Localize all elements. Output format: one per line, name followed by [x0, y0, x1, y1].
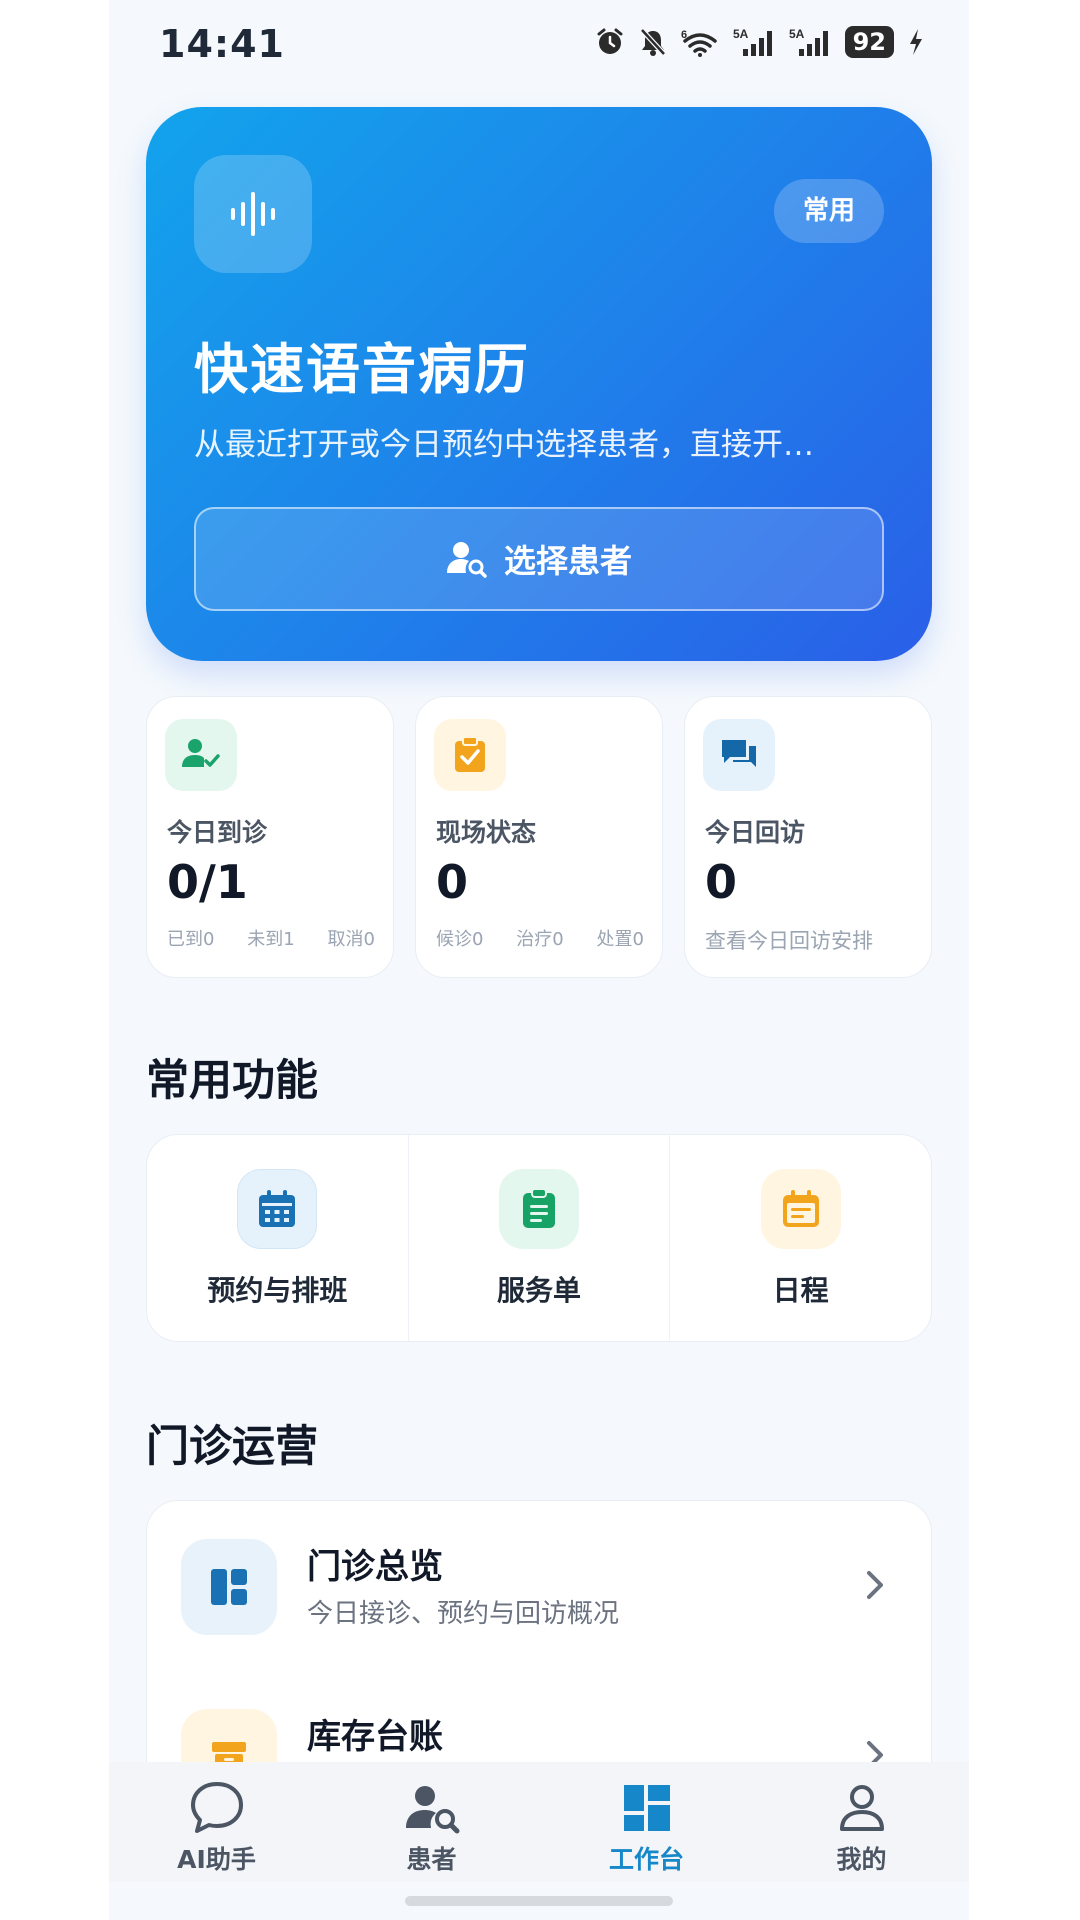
svg-text:5A: 5A: [733, 27, 749, 41]
clinic-ops-title: 门诊运营: [146, 1422, 318, 1472]
select-patient-button[interactable]: 选择患者: [194, 507, 884, 611]
chevron-right-icon: [867, 1571, 883, 1599]
function-label: 日程: [772, 1274, 829, 1307]
signal-5a-icon: 5A: [733, 27, 772, 56]
status-time: 14:41: [159, 22, 285, 66]
patient-search-icon: [446, 542, 487, 578]
hero-title: 快速语音病历: [194, 338, 530, 401]
signal-5a-icon-2: 5A: [789, 27, 828, 56]
stat-sub-item: 候诊0: [436, 929, 484, 950]
stat-value: 0: [705, 855, 738, 909]
function-service-orders[interactable]: 服务单: [407, 1135, 670, 1341]
chat-icon: [188, 1780, 246, 1836]
nav-item-workbench[interactable]: 工作台: [539, 1762, 754, 1882]
frequent-badge: 常用: [774, 179, 884, 243]
function-schedule[interactable]: 日程: [669, 1135, 931, 1341]
dashboard-icon: [181, 1539, 277, 1635]
user-check-icon: [165, 719, 237, 791]
hero-subtitle: 从最近打开或今日预约中选择患者，直接开…: [194, 427, 814, 463]
calendar-grid-icon: [237, 1169, 318, 1249]
status-icons: 6 5A 5A 92: [595, 26, 924, 58]
calendar-schedule-icon: [760, 1169, 841, 1249]
stat-breakdown: 已到0 未到1 取消0: [167, 925, 375, 951]
stat-card-follow-ups[interactable]: 今日回访 0 查看今日回访安排: [684, 696, 932, 978]
stat-sub-item: 治疗0: [516, 929, 564, 950]
voice-waveform-icon: [194, 155, 312, 273]
stat-label: 今日回访: [705, 818, 806, 847]
view-follow-ups-link[interactable]: 查看今日回访安排: [705, 925, 873, 955]
clipboard-check-icon: [434, 719, 506, 791]
stat-value: 0: [436, 855, 469, 909]
stat-value: 0/1: [167, 855, 248, 909]
nav-item-ai-assistant[interactable]: AI助手: [109, 1762, 324, 1882]
select-patient-label: 选择患者: [503, 542, 632, 580]
ops-title: 门诊总览: [307, 1547, 443, 1587]
svg-text:5A: 5A: [789, 27, 805, 41]
profile-icon: [838, 1780, 886, 1836]
bottom-nav: AI助手 患者 工作台 我的: [109, 1762, 969, 1882]
nav-label: 患者: [406, 1845, 457, 1874]
nav-label: AI助手: [177, 1845, 256, 1874]
stat-label: 现场状态: [436, 818, 537, 847]
workbench-grid-icon: [623, 1780, 671, 1836]
stat-breakdown: 候诊0 治疗0 处置0: [436, 925, 644, 951]
wifi-icon: 6: [681, 29, 717, 57]
stat-sub-item: 已到0: [167, 929, 215, 950]
stat-sub-item: 未到1: [247, 929, 295, 950]
battery-level: 92: [844, 26, 894, 58]
quick-voice-record-card[interactable]: 常用 快速语音病历 从最近打开或今日预约中选择患者，直接开… 选择患者: [146, 107, 932, 661]
ops-desc: 今日接诊、预约与回访概况: [307, 1599, 620, 1629]
common-functions-title: 常用功能: [146, 1056, 318, 1106]
nav-item-patients[interactable]: 患者: [324, 1762, 539, 1882]
patient-search-icon: [404, 1780, 460, 1836]
stat-card-onsite-status[interactable]: 现场状态 0 候诊0 治疗0 处置0: [415, 696, 663, 978]
ops-item-clinic-overview[interactable]: 门诊总览 今日接诊、预约与回访概况: [147, 1501, 931, 1671]
mute-bell-icon: [639, 28, 666, 56]
nav-label: 工作台: [608, 1845, 684, 1874]
ops-title: 库存台账: [307, 1717, 443, 1757]
nav-label: 我的: [836, 1845, 887, 1874]
common-functions-card: 预约与排班 服务单 日程: [146, 1134, 932, 1342]
stat-breakdown: 查看今日回访安排: [705, 925, 913, 955]
stat-card-arrivals[interactable]: 今日到诊 0/1 已到0 未到1 取消0: [146, 696, 394, 978]
stat-sub-item: 取消0: [327, 929, 375, 950]
chat-bubbles-icon: [703, 719, 775, 791]
function-appointments[interactable]: 预约与排班: [147, 1135, 408, 1341]
stat-label: 今日到诊: [167, 818, 268, 847]
alarm-icon: [597, 28, 623, 54]
document-list-icon: [499, 1169, 579, 1249]
function-label: 预约与排班: [207, 1274, 348, 1307]
status-bar: 14:41 6 5A 5A 92: [109, 0, 969, 88]
charging-bolt-icon: [910, 29, 922, 55]
stat-sub-item: 处置0: [596, 929, 644, 950]
nav-item-profile[interactable]: 我的: [754, 1762, 969, 1882]
workbench-screen: 14:41 6 5A 5A 92 常用 快速语音病历 从最近打开或今日预约中选择…: [109, 0, 969, 1920]
function-label: 服务单: [497, 1274, 582, 1307]
home-indicator[interactable]: [405, 1896, 673, 1906]
